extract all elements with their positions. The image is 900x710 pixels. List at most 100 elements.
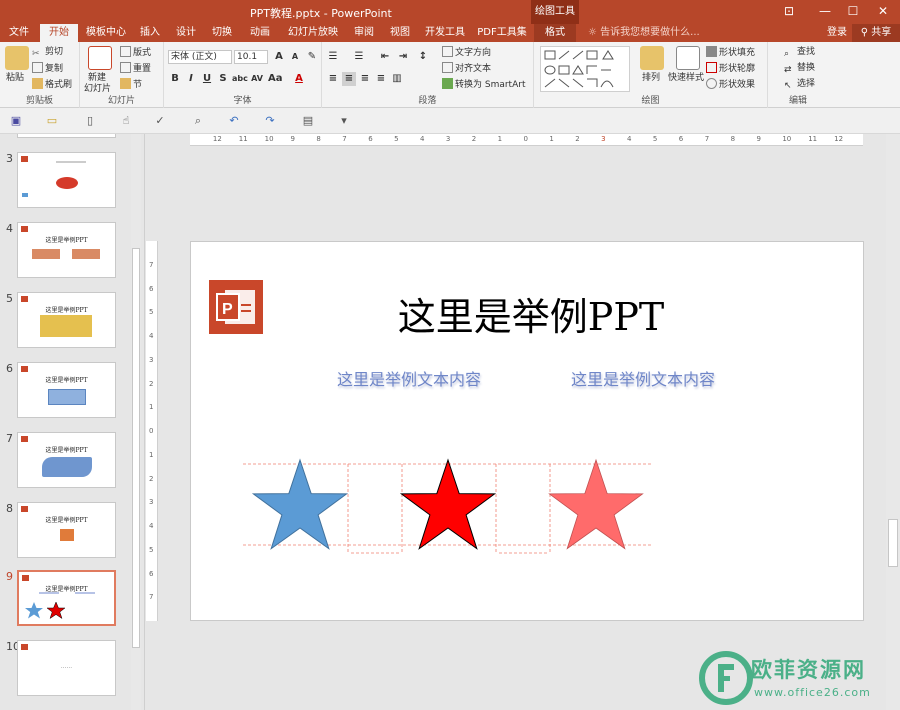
layout-button[interactable]: 版式 [120,46,151,59]
slide-thumbnail-5[interactable]: 这里是举例PPT [17,292,116,348]
editor-scrollbar-thumb[interactable] [888,519,898,567]
cut-button[interactable]: ✂ 剪切 [32,46,63,59]
slide-canvas[interactable]: P 这里是举例PPT 这里是举例文本内容 这里是举例文本内容 [190,241,864,621]
tab-template-center[interactable]: 模板中心 [82,24,130,42]
align-right-icon[interactable]: ≡ [358,72,372,86]
shadow-icon[interactable]: S [216,72,230,86]
select-button[interactable]: ↖ 选择 [784,78,815,91]
tab-format[interactable]: 格式 [534,24,576,42]
tell-me-search[interactable]: ☼ 告诉我您想要做什么... [588,24,700,42]
clear-format-icon[interactable]: ✎ [305,50,319,64]
decrease-indent-icon[interactable]: ⇤ [378,50,392,64]
shrink-font-icon[interactable]: A [288,50,302,64]
text-direction-button[interactable]: 文字方向 [442,46,491,59]
tab-home[interactable]: 开始 [40,24,78,42]
editor-scrollbar[interactable] [886,134,900,710]
slide-thumbnail-4[interactable]: 这里是举例PPT [17,222,116,278]
start-slideshow-icon[interactable]: ▤ [300,113,316,129]
columns-icon[interactable]: ▥ [390,72,404,86]
close-icon[interactable]: ✕ [868,0,898,24]
slide-thumbnail-10[interactable]: ...... [17,640,116,696]
thumbnail-scrollbar-thumb[interactable] [132,248,140,648]
justify-icon[interactable]: ≡ [374,72,388,86]
shape-fill-button[interactable]: 形状填充 [706,46,755,59]
shape-outline-button[interactable]: 形状轮廓 [706,62,755,75]
redo-icon[interactable]: ↷ [262,113,278,129]
font-size-select[interactable]: 10.1 [234,50,268,64]
shape-effects-button[interactable]: 形状效果 [706,78,755,91]
slide-number: 6 [6,362,13,375]
slide-thumbnail-7[interactable]: 这里是举例PPT [17,432,116,488]
thumb-logo [21,156,28,162]
font-name-select[interactable]: 宋体 (正文) [168,50,232,64]
align-left-icon[interactable]: ≡ [326,72,340,86]
font-color-icon[interactable]: A [292,72,306,86]
tab-design[interactable]: 设计 [170,24,202,42]
arrange-button[interactable]: 排列 [642,72,660,84]
increase-indent-icon[interactable]: ⇥ [396,50,410,64]
site-watermark: 欧菲资源网 www.office26.com [696,646,900,710]
tab-animations[interactable]: 动画 [244,24,276,42]
new-document-icon[interactable]: ▯ [82,113,98,129]
undo-icon[interactable]: ↶ [226,113,242,129]
maximize-icon[interactable]: ☐ [838,0,868,24]
format-painter-button[interactable]: 格式刷 [32,78,72,91]
thumb-stars [25,601,66,620]
login-link[interactable]: 登录 [827,24,847,42]
tab-view[interactable]: 视图 [384,24,416,42]
slide-number: 8 [6,502,13,515]
tab-pdf-tools[interactable]: PDF工具集 [474,24,530,42]
strikethrough-icon[interactable]: abc [232,72,248,86]
bold-icon[interactable]: B [168,72,182,86]
slide-thumbnail-6[interactable]: 这里是举例PPT [17,362,116,418]
grow-font-icon[interactable]: A [272,50,286,64]
window-title: PPT教程.pptx - PowerPoint [250,7,392,20]
replace-button[interactable]: ⇄ 替换 [784,62,815,75]
slide-thumbnail-9[interactable]: 这里是举例PPT [17,570,116,626]
slide-thumbnail-8[interactable]: 这里是举例PPT [17,502,116,558]
italic-icon[interactable]: I [184,72,198,86]
tab-file[interactable]: 文件 [4,24,34,42]
line-spacing-icon[interactable]: ↕ [416,50,430,64]
slide-thumbnail-pane: 3 4 这里是举例PPT 5 这里是举例PPT 6 这里是举例PPT 7 这里是… [0,134,145,710]
underline-icon[interactable]: U [200,72,214,86]
red-star-shape[interactable] [399,458,497,550]
copy-button[interactable]: 复制 [32,62,63,75]
section-button[interactable]: 节 [120,78,142,91]
convert-smartart-button[interactable]: 转换为 SmartArt [442,78,525,91]
change-case-icon[interactable]: Aa [268,72,283,86]
tab-developer[interactable]: 开发工具 [420,24,470,42]
char-spacing-icon[interactable]: AV [250,72,264,86]
lightbulb-icon: ☼ [588,27,601,38]
paste-button[interactable]: 粘贴 [6,72,24,84]
bullets-icon[interactable]: ☰ [326,50,340,64]
open-folder-icon[interactable]: ▭ [44,113,60,129]
tab-slideshow[interactable]: 幻灯片放映 [282,24,344,42]
numbering-icon[interactable]: ☰ [352,50,366,64]
touch-mode-icon[interactable]: ☝ [118,113,134,129]
find-button[interactable]: ⌕ 查找 [784,46,815,59]
share-button[interactable]: ⚲ 共享 [852,24,900,42]
spelling-icon[interactable]: ✓ [152,113,168,129]
paste-icon [5,46,29,70]
tab-insert[interactable]: 插入 [134,24,166,42]
blue-star-shape[interactable] [251,458,349,550]
customize-qat-icon[interactable]: ▾ [336,113,352,129]
print-preview-icon[interactable]: ⌕ [190,113,206,129]
save-icon[interactable]: ▣ [8,113,24,129]
slide-thumbnail-2[interactable] [17,134,116,138]
ribbon-display-options-icon[interactable]: ⊡ [774,0,804,24]
quick-styles-button[interactable]: 快速样式 [668,72,704,84]
light-red-star-shape[interactable] [548,458,644,550]
shapes-gallery[interactable] [540,46,630,92]
slide-thumbnail-3[interactable] [17,152,116,208]
tab-review[interactable]: 审阅 [348,24,380,42]
align-text-button[interactable]: 对齐文本 [442,62,491,75]
align-center-icon[interactable]: ≡ [342,72,356,86]
minimize-icon[interactable]: — [810,0,840,24]
drawing-tools-context-label: 绘图工具 [531,0,579,24]
thumb-title-line [56,161,86,163]
reset-button[interactable]: 重置 [120,62,151,75]
thumbnail-scrollbar[interactable] [131,134,141,710]
tab-transitions[interactable]: 切换 [206,24,238,42]
